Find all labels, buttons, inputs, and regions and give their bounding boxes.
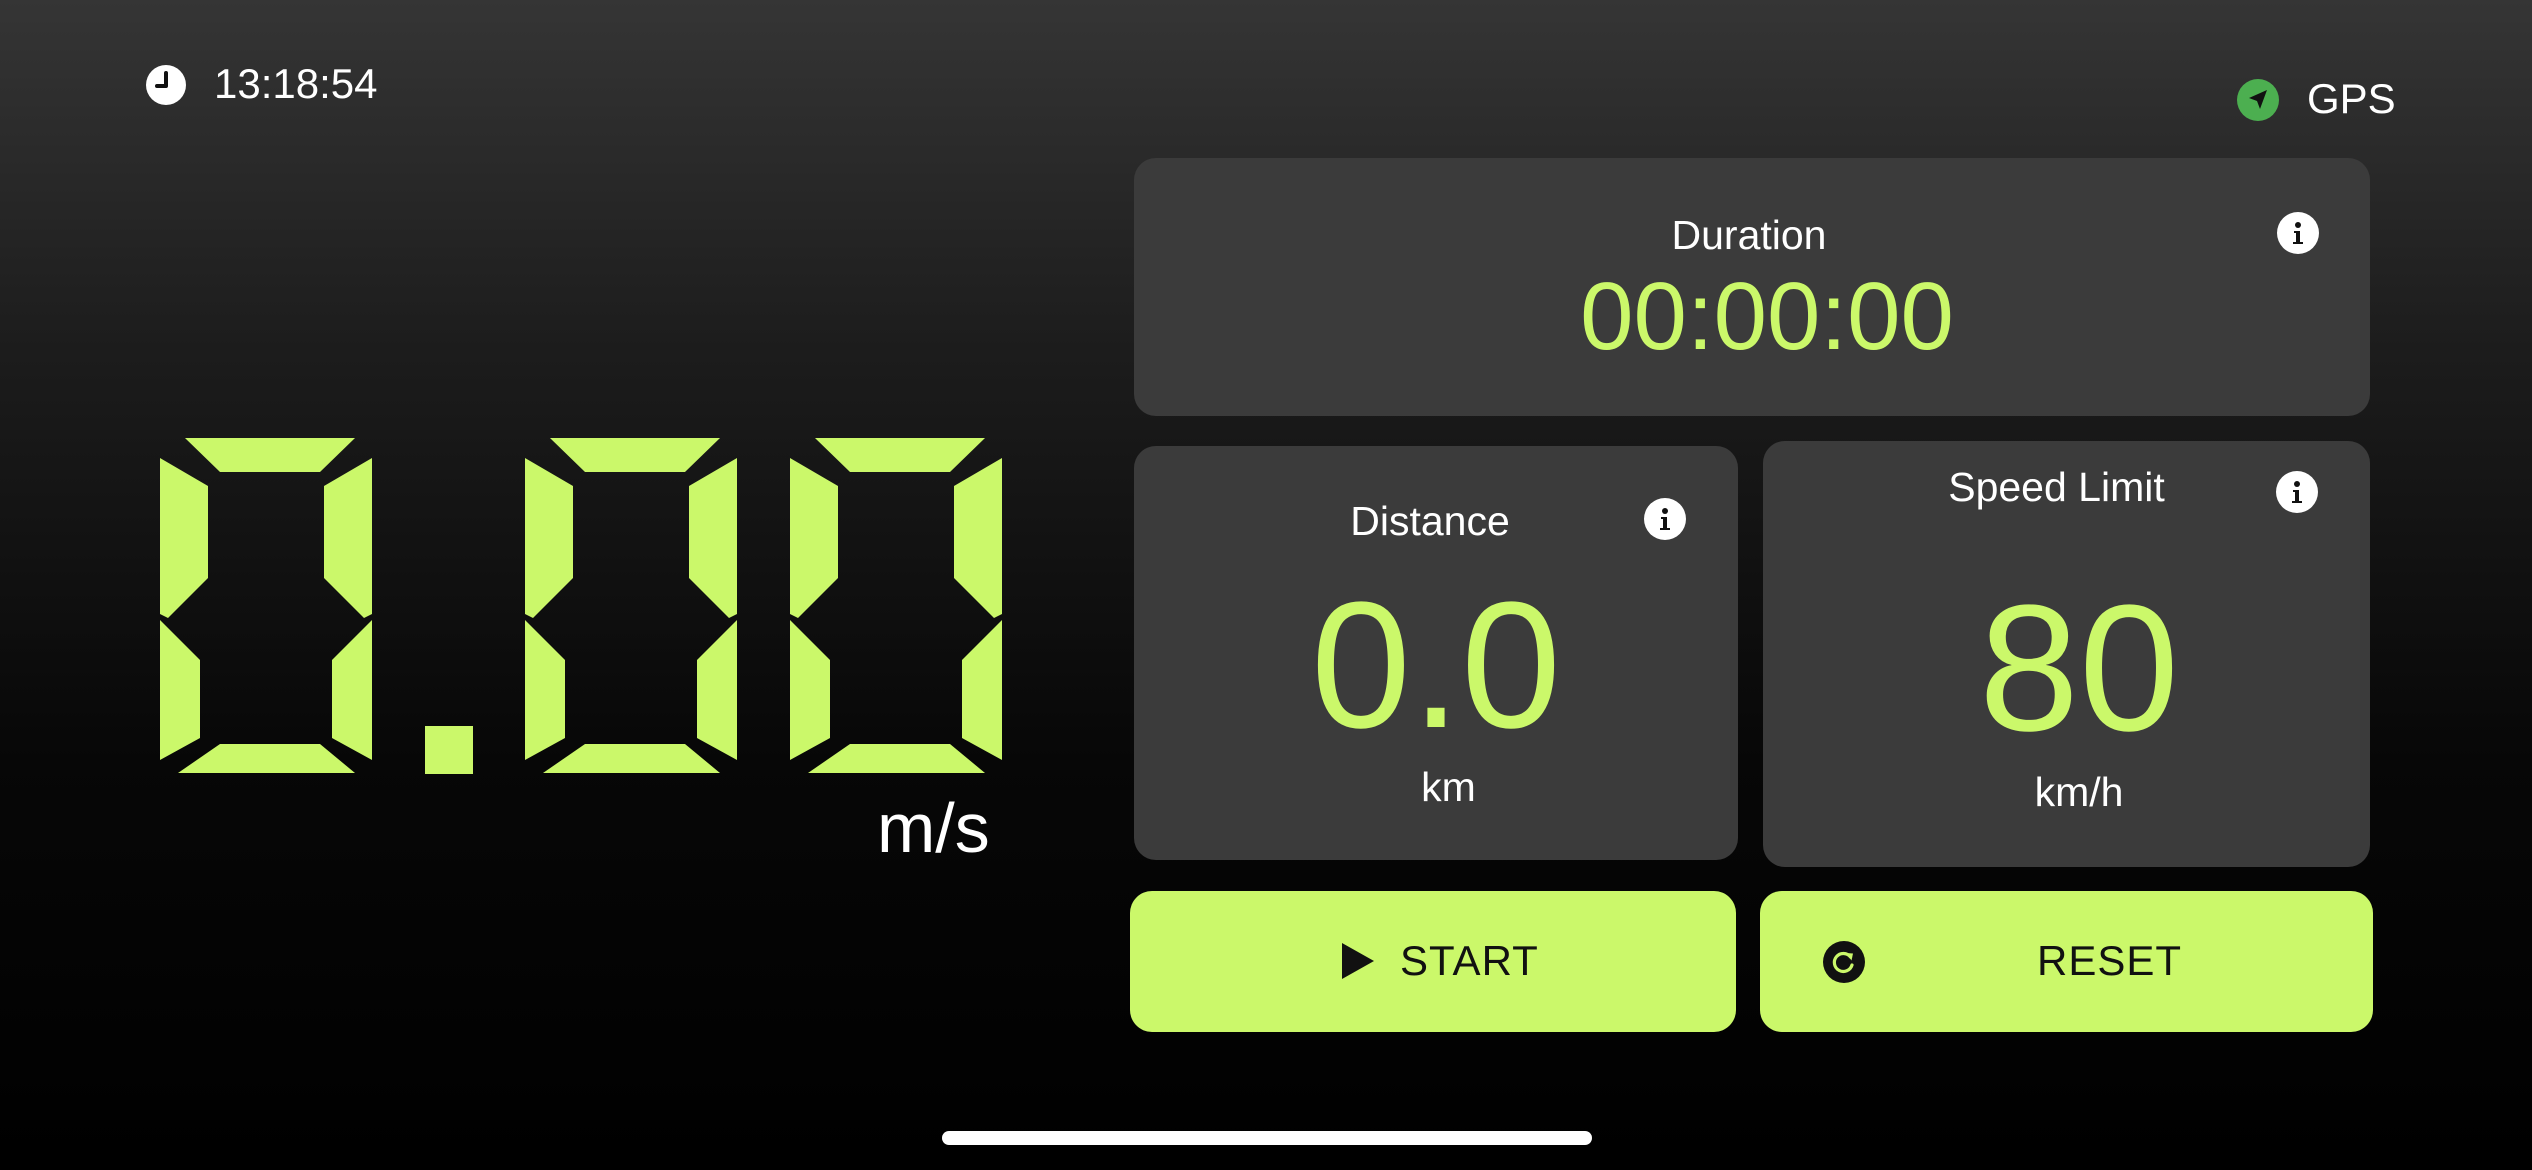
clock-time: 13:18:54 (214, 60, 378, 107)
gps-label: GPS (2307, 75, 2396, 122)
duration-panel: Duration 00:00:00 (1134, 158, 2370, 416)
distance-info-icon[interactable] (1644, 498, 1686, 540)
distance-panel: Distance 0.0 km (1134, 446, 1738, 860)
speed-unit: m/s (877, 789, 990, 867)
speed-readout (160, 438, 1010, 778)
duration-label: Duration (1671, 212, 1827, 258)
reset-button[interactable]: RESET (1760, 891, 2373, 1032)
gps-arrow-icon (2237, 79, 2279, 121)
play-icon (1340, 942, 1376, 980)
start-button-label: START (1400, 937, 1539, 984)
distance-unit: km (1421, 764, 1476, 810)
reset-button-label: RESET (2037, 937, 2183, 984)
duration-info-icon[interactable] (2277, 212, 2319, 254)
speed-limit-unit: km/h (2034, 769, 2124, 815)
distance-value: 0.0 (1310, 565, 1562, 766)
reset-icon (1822, 940, 1866, 984)
home-indicator[interactable] (942, 1131, 1592, 1145)
duration-value: 00:00:00 (1580, 263, 1954, 370)
speed-limit-panel[interactable]: Speed Limit 80 km/h (1763, 441, 2370, 867)
start-button[interactable]: START (1130, 891, 1736, 1032)
speed-limit-value: 80 (1978, 568, 2180, 769)
speed-limit-info-icon[interactable] (2276, 471, 2318, 513)
clock-icon (145, 64, 187, 106)
